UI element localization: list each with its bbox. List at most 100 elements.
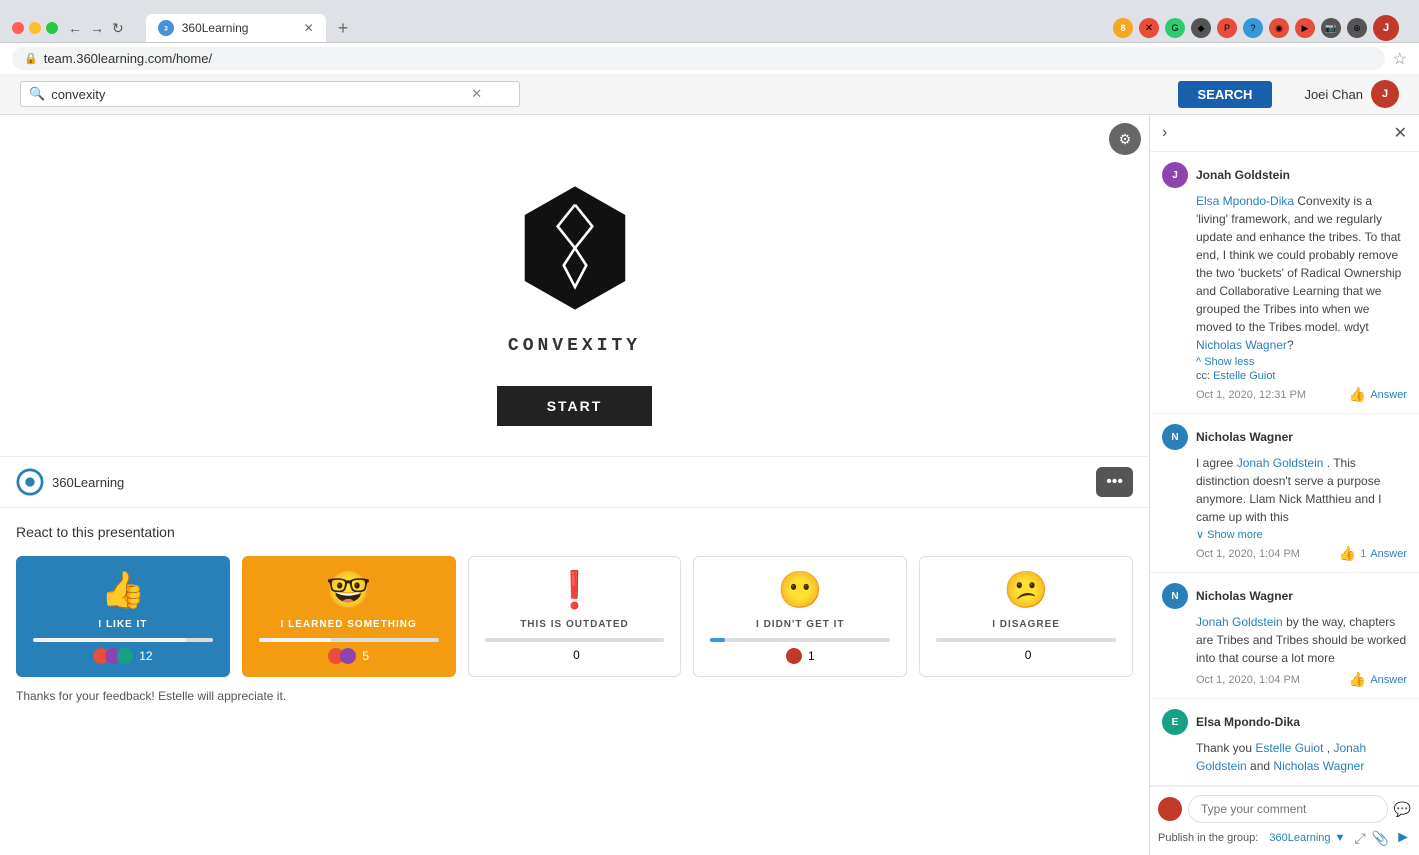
extension-icon-5[interactable]: P xyxy=(1217,18,1237,38)
cc-line: cc: Estelle Guiot xyxy=(1196,370,1407,382)
brand-logo-icon xyxy=(16,468,44,496)
learned-emoji: 🤓 xyxy=(326,569,371,611)
more-options-button[interactable]: ••• xyxy=(1096,467,1133,497)
refresh-button[interactable]: ↻ xyxy=(110,18,126,39)
publish-group-link[interactable]: 360Learning xyxy=(1269,832,1330,844)
search-clear-button[interactable]: ✕ xyxy=(471,86,482,102)
current-user-avatar xyxy=(1158,797,1182,821)
extension-icon-6[interactable]: ? xyxy=(1243,18,1263,38)
didnt-get-emoji: 😶 xyxy=(778,569,823,611)
outdated-count: 0 xyxy=(573,648,580,662)
tab-close-button[interactable]: ✕ xyxy=(304,21,314,35)
show-less-toggle[interactable]: ^ Show less xyxy=(1196,356,1407,368)
send-button[interactable]: ► xyxy=(1395,829,1411,847)
like-count-area: 12 xyxy=(93,648,152,664)
estelle-mention-2[interactable]: Estelle Guiot xyxy=(1255,741,1323,755)
nicholas-like-button-2[interactable]: 👍 xyxy=(1349,671,1366,688)
nicholas-meta-1: Oct 1, 2020, 1:04 PM 👍 1 Answer xyxy=(1196,545,1407,562)
extension-icon-9[interactable]: 📷 xyxy=(1321,18,1341,38)
course-logo xyxy=(510,183,640,316)
forward-button[interactable]: → xyxy=(88,18,106,38)
hexagon-svg xyxy=(510,183,640,313)
reaction-didnt-get[interactable]: 😶 I DIDN'T GET IT 1 xyxy=(693,556,907,677)
comments-list: J Jonah Goldstein Elsa Mpondo-Dika Conve… xyxy=(1150,152,1419,786)
extension-icon-7[interactable]: ◉ xyxy=(1269,18,1289,38)
feedback-note: Thanks for your feedback! Estelle will a… xyxy=(16,689,1133,703)
nicholas-mention-1[interactable]: Nicholas Wagner xyxy=(1196,338,1287,352)
search-button[interactable]: SEARCH xyxy=(1178,81,1273,108)
svg-text:3: 3 xyxy=(164,25,168,32)
extension-icon-2[interactable]: ✕ xyxy=(1139,18,1159,38)
outdated-label: THIS IS OUTDATED xyxy=(520,619,629,630)
sidebar-collapse-button[interactable]: › xyxy=(1162,124,1167,142)
comment-text-input[interactable] xyxy=(1188,795,1388,823)
estelle-mention[interactable]: Estelle Guiot xyxy=(1213,370,1275,382)
settings-button[interactable]: ⚙ xyxy=(1109,123,1141,155)
nicholas-meta-2: Oct 1, 2020, 1:04 PM 👍 Answer xyxy=(1196,671,1407,688)
extension-icon-1[interactable]: 8 xyxy=(1113,18,1133,38)
nicholas-time-1: Oct 1, 2020, 1:04 PM xyxy=(1196,548,1300,560)
reaction-learned[interactable]: 🤓 I LEARNED SOMETHING 5 xyxy=(242,556,456,677)
publish-row: Publish in the group: 360Learning ▼ ⤢ 📎 … xyxy=(1158,829,1411,847)
extension-icon-4[interactable]: ◆ xyxy=(1191,18,1211,38)
traffic-light-yellow[interactable] xyxy=(29,22,41,34)
jonah-answer-link[interactable]: Answer xyxy=(1370,389,1407,401)
browser-tab[interactable]: 3 360Learning ✕ xyxy=(146,14,326,42)
star-icon[interactable]: ☆ xyxy=(1393,49,1407,69)
reaction-disagree[interactable]: 😕 I DISAGREE 0 xyxy=(919,556,1133,677)
address-bar-url[interactable]: team.360learning.com/home/ xyxy=(44,51,212,66)
user-avatar[interactable]: J xyxy=(1371,80,1399,108)
jonah-like-button[interactable]: 👍 xyxy=(1349,386,1366,403)
course-visual: CONVEXITY START xyxy=(0,163,1149,456)
profile-button[interactable]: J xyxy=(1373,15,1399,41)
chevron-down-icon[interactable]: ▼ xyxy=(1335,832,1346,844)
like-emoji: 👍 xyxy=(100,569,145,611)
nicholas-time-2: Oct 1, 2020, 1:04 PM xyxy=(1196,674,1300,686)
new-tab-button[interactable]: + xyxy=(330,18,357,39)
fullscreen-button[interactable]: ⤢ xyxy=(1355,830,1366,847)
back-button[interactable]: ← xyxy=(66,18,84,38)
disagree-count-area: 0 xyxy=(1021,648,1032,662)
extension-icon-10[interactable]: ⊕ xyxy=(1347,18,1367,38)
reaction-outdated[interactable]: ❗ THIS IS OUTDATED 0 xyxy=(468,556,682,677)
nicholas-avatar-1: N xyxy=(1162,424,1188,450)
comment-input-row: 💬 xyxy=(1158,795,1411,823)
elsa-mention[interactable]: Elsa Mpondo-Dika xyxy=(1196,194,1294,208)
disagree-emoji: 😕 xyxy=(1004,569,1049,611)
traffic-light-green[interactable] xyxy=(46,22,58,34)
nicholas-avatar-2: N xyxy=(1162,583,1188,609)
nicholas-answer-link-2[interactable]: Answer xyxy=(1370,674,1407,686)
nicholas-name-1: Nicholas Wagner xyxy=(1196,430,1293,444)
emoji-icon[interactable]: 💬 xyxy=(1394,801,1411,818)
nicholas-like-button-1[interactable]: 👍 xyxy=(1339,545,1356,562)
sidebar-header: › ✕ xyxy=(1150,115,1419,152)
course-title: CONVEXITY xyxy=(508,336,641,356)
traffic-light-red[interactable] xyxy=(12,22,24,34)
search-bar: 🔍 ✕ SEARCH Joei Chan J xyxy=(0,74,1419,115)
nicholas-mention-2[interactable]: Nicholas Wagner xyxy=(1273,759,1364,773)
jonah-mention-2[interactable]: Jonah Goldstein xyxy=(1196,615,1283,629)
extension-icon-3[interactable]: G xyxy=(1165,18,1185,38)
sidebar-close-button[interactable]: ✕ xyxy=(1394,123,1407,143)
start-button[interactable]: START xyxy=(497,386,653,426)
like-label: I LIKE IT xyxy=(98,619,147,630)
nicholas-answer-link-1[interactable]: Answer xyxy=(1370,548,1407,560)
learned-bar xyxy=(259,638,331,642)
didnt-get-count: 1 xyxy=(808,649,815,663)
didnt-get-count-area: 1 xyxy=(786,648,815,664)
outdated-count-area: 0 xyxy=(569,648,580,662)
extension-icon-8[interactable]: ▶ xyxy=(1295,18,1315,38)
show-more-toggle[interactable]: ∨ Show more xyxy=(1196,528,1407,541)
jonah-mention[interactable]: Jonah Goldstein xyxy=(1237,456,1324,470)
like-bar-wrapper xyxy=(33,638,213,642)
reactions-section: React to this presentation 👍 I LIKE IT xyxy=(0,507,1149,719)
security-icon: 🔒 xyxy=(24,52,38,65)
like-count: 12 xyxy=(139,649,152,663)
search-input[interactable] xyxy=(51,87,471,102)
learned-count: 5 xyxy=(362,649,369,663)
reaction-like[interactable]: 👍 I LIKE IT 12 xyxy=(16,556,230,677)
search-icon: 🔍 xyxy=(29,86,45,102)
attachment-button[interactable]: 📎 xyxy=(1372,830,1389,847)
comment-elsa: E Elsa Mpondo-Dika Thank you Estelle Gui… xyxy=(1150,699,1419,786)
course-brand: 360Learning xyxy=(16,468,124,496)
